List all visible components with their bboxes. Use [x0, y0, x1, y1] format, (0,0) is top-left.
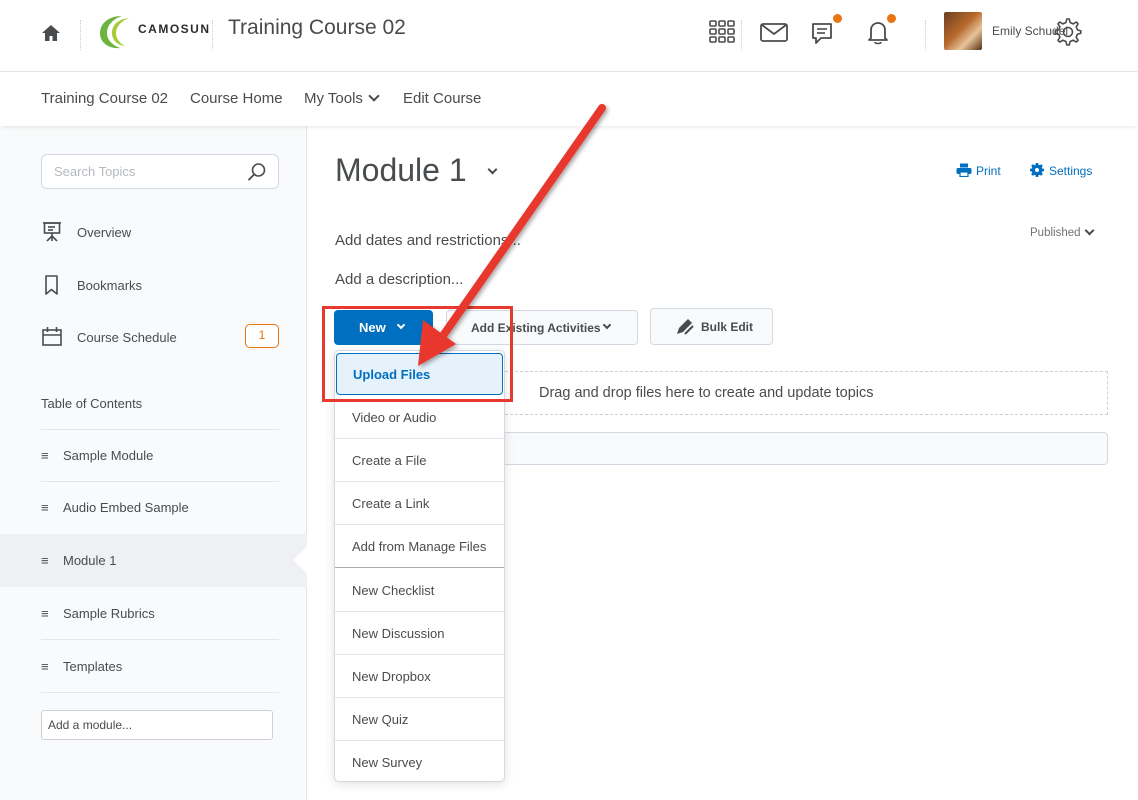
divider	[41, 429, 279, 430]
menu-item-new-quiz[interactable]: New Quiz	[335, 698, 504, 741]
settings-label: Settings	[1049, 164, 1093, 178]
calendar-icon	[42, 327, 62, 346]
course-navbar: Training Course 02 Course Home My Tools …	[0, 72, 1138, 126]
publish-status-dropdown[interactable]: Published	[1030, 225, 1094, 239]
toc-item-label: Templates	[63, 659, 123, 674]
menu-item-label: New Survey	[352, 755, 423, 770]
add-dates-link[interactable]: Add dates and restrictions...	[335, 232, 521, 249]
chevron-down-icon	[1084, 225, 1094, 236]
menu-lines-icon: ≡	[41, 448, 49, 463]
sidebar-item-label: Course Schedule	[77, 330, 177, 345]
menu-item-label: New Dropbox	[352, 669, 431, 684]
logo-text: CAMOSUN	[138, 22, 211, 36]
menu-item-new-checklist[interactable]: New Checklist	[335, 569, 504, 612]
chat-notification-dot	[833, 14, 842, 23]
toc-item-templates[interactable]: ≡ Templates	[41, 659, 122, 674]
toc-item-label: Sample Module	[63, 448, 154, 463]
chevron-down-icon	[368, 90, 380, 102]
file-dropzone[interactable]: Drag and drop files here to create and u…	[490, 371, 1108, 415]
mail-icon[interactable]	[758, 16, 790, 48]
pencil-icon	[677, 319, 694, 335]
toc-item-label: Sample Rubrics	[63, 606, 155, 621]
menu-item-new-dropbox[interactable]: New Dropbox	[335, 655, 504, 698]
bell-notification-dot	[887, 14, 896, 23]
nav-my-tools[interactable]: My Tools	[304, 90, 380, 107]
toc-item-sample-module[interactable]: ≡ Sample Module	[41, 448, 153, 463]
course-title[interactable]: Training Course 02	[228, 16, 406, 40]
menu-item-create-a-file[interactable]: Create a File	[335, 439, 504, 482]
toc-active-pointer	[293, 546, 307, 574]
menu-item-new-discussion[interactable]: New Discussion	[335, 612, 504, 655]
sidebar-item-label: Overview	[77, 225, 132, 240]
dropzone-text: Drag and drop files here to create and u…	[539, 385, 874, 401]
divider	[41, 692, 279, 693]
header-divider	[80, 20, 81, 50]
toc-item-audio-embed-sample[interactable]: ≡ Audio Embed Sample	[41, 500, 189, 515]
menu-item-label: Video or Audio	[352, 410, 437, 425]
add-module-placeholder: Add a module...	[48, 718, 133, 732]
sidebar-item-overview[interactable]: Overview	[41, 220, 281, 250]
add-module-input[interactable]: Add a module...	[41, 710, 273, 740]
bulk-edit-label: Bulk Edit	[701, 320, 754, 334]
settings-button[interactable]: Settings	[1030, 163, 1092, 178]
new-dropdown-menu: Upload Files Video or Audio Create a Fil…	[334, 350, 505, 782]
toc-item-sample-rubrics[interactable]: ≡ Sample Rubrics	[41, 606, 155, 621]
add-topic-bar[interactable]	[490, 432, 1108, 465]
printer-icon	[956, 163, 972, 178]
menu-item-create-a-link[interactable]: Create a Link	[335, 482, 504, 525]
menu-item-add-from-manage-files[interactable]: Add from Manage Files	[335, 525, 504, 568]
header-divider	[925, 20, 926, 50]
menu-lines-icon: ≡	[41, 500, 49, 515]
menu-item-label: New Discussion	[352, 626, 445, 641]
menu-lines-icon: ≡	[41, 553, 49, 568]
sidebar-item-bookmarks[interactable]: Bookmarks	[41, 273, 281, 303]
presentation-icon	[43, 222, 61, 242]
chevron-down-icon	[602, 320, 612, 330]
search-placeholder: Search Topics	[54, 164, 136, 179]
toc-item-module-1[interactable]: ≡ Module 1	[41, 553, 116, 568]
page-title: Module 1	[335, 152, 467, 188]
add-description-link[interactable]: Add a description...	[335, 271, 463, 288]
sidebar-item-label: Bookmarks	[77, 278, 143, 293]
nav-my-tools-label: My Tools	[304, 90, 363, 107]
home-icon[interactable]	[40, 22, 62, 44]
status-badge: 1	[245, 324, 279, 348]
nav-course-home[interactable]: Course Home	[190, 90, 283, 107]
menu-item-label: Create a Link	[352, 496, 430, 511]
gear-icon	[1030, 163, 1044, 177]
sidebar: Search Topics Overview Bookmarks Course …	[0, 126, 307, 800]
publish-status-label: Published	[1030, 227, 1081, 239]
apps-grid-icon[interactable]	[706, 16, 738, 48]
toc-item-label: Audio Embed Sample	[63, 500, 189, 515]
header-divider	[212, 20, 213, 50]
gear-icon[interactable]	[1052, 16, 1084, 48]
avatar[interactable]	[944, 12, 982, 50]
search-icon[interactable]	[246, 161, 268, 183]
nav-edit-course[interactable]: Edit Course	[403, 90, 481, 107]
menu-item-video-or-audio[interactable]: Video or Audio	[335, 396, 504, 439]
header-divider	[741, 20, 742, 50]
menu-lines-icon: ≡	[41, 659, 49, 674]
menu-item-label: Create a File	[352, 453, 427, 468]
toc-heading: Table of Contents	[41, 396, 143, 411]
annotation-highlight-box	[322, 306, 513, 402]
nav-training-course[interactable]: Training Course 02	[41, 90, 168, 107]
menu-item-new-survey[interactable]: New Survey	[335, 741, 504, 784]
print-button[interactable]: Print	[956, 163, 1001, 178]
print-label: Print	[976, 164, 1001, 178]
menu-item-label: Add from Manage Files	[352, 539, 487, 554]
menu-item-label: New Quiz	[352, 712, 409, 727]
toc-item-label: Module 1	[63, 553, 117, 568]
menu-lines-icon: ≡	[41, 606, 49, 621]
bookmark-icon	[45, 275, 58, 295]
chevron-down-icon[interactable]	[487, 164, 498, 175]
divider	[41, 481, 279, 482]
bulk-edit-button[interactable]: Bulk Edit	[650, 308, 773, 345]
top-bar: CAMOSUN Training Course 02 Emily Schudel	[0, 0, 1138, 72]
divider	[41, 639, 279, 640]
search-input[interactable]: Search Topics	[41, 154, 279, 189]
menu-item-label: New Checklist	[352, 583, 435, 598]
